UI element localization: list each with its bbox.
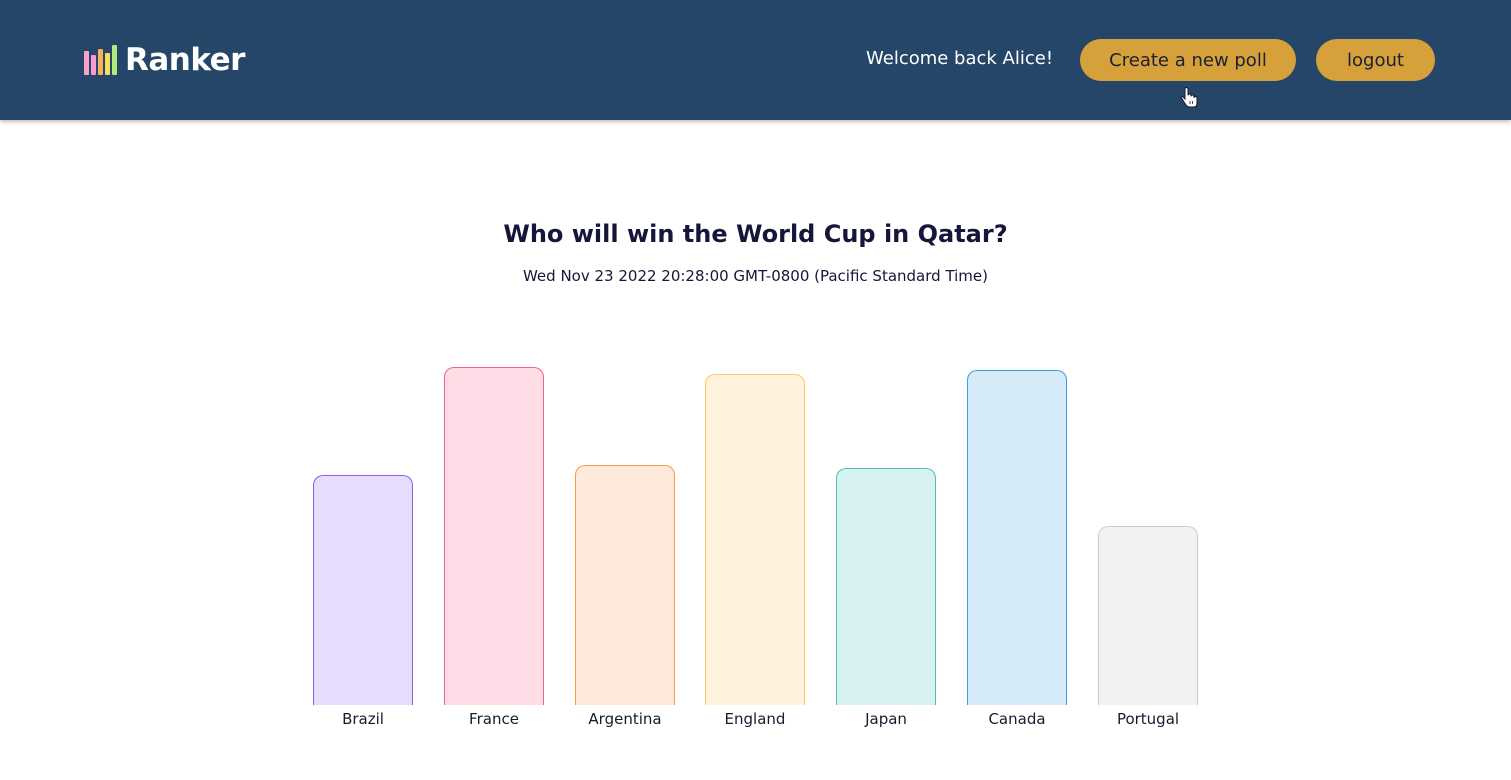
poll-date: Wed Nov 23 2022 20:28:00 GMT-0800 (Pacif… bbox=[522, 267, 988, 285]
bar-label-japan: Japan bbox=[865, 710, 907, 728]
bar-japan bbox=[836, 468, 936, 705]
bar-label-brazil: Brazil bbox=[342, 710, 384, 728]
bar-label-england: England bbox=[724, 710, 786, 728]
bar-label-argentina: Argentina bbox=[588, 710, 662, 728]
logout-button[interactable]: logout bbox=[1316, 39, 1435, 81]
logo-text: Ranker bbox=[125, 42, 245, 78]
bar-canada bbox=[967, 370, 1067, 705]
top-nav: Ranker Welcome back Alice! Create a new … bbox=[0, 0, 1511, 120]
welcome-message: Welcome back Alice! bbox=[866, 48, 1054, 69]
bar-chart-icon bbox=[84, 45, 117, 75]
create-poll-button[interactable]: Create a new poll bbox=[1080, 39, 1296, 81]
logo[interactable]: Ranker bbox=[84, 40, 245, 80]
bar-label-portugal: Portugal bbox=[1116, 710, 1180, 728]
bar-england bbox=[705, 374, 805, 705]
bar-label-canada: Canada bbox=[988, 710, 1046, 728]
bar-france bbox=[444, 367, 544, 705]
bar-portugal bbox=[1098, 526, 1198, 705]
poll-title: Who will win the World Cup in Qatar? bbox=[503, 220, 1008, 248]
bar-brazil bbox=[313, 475, 413, 705]
pointer-cursor-icon bbox=[1180, 87, 1198, 108]
bar-argentina bbox=[575, 465, 675, 705]
bar-label-france: France bbox=[469, 710, 519, 728]
